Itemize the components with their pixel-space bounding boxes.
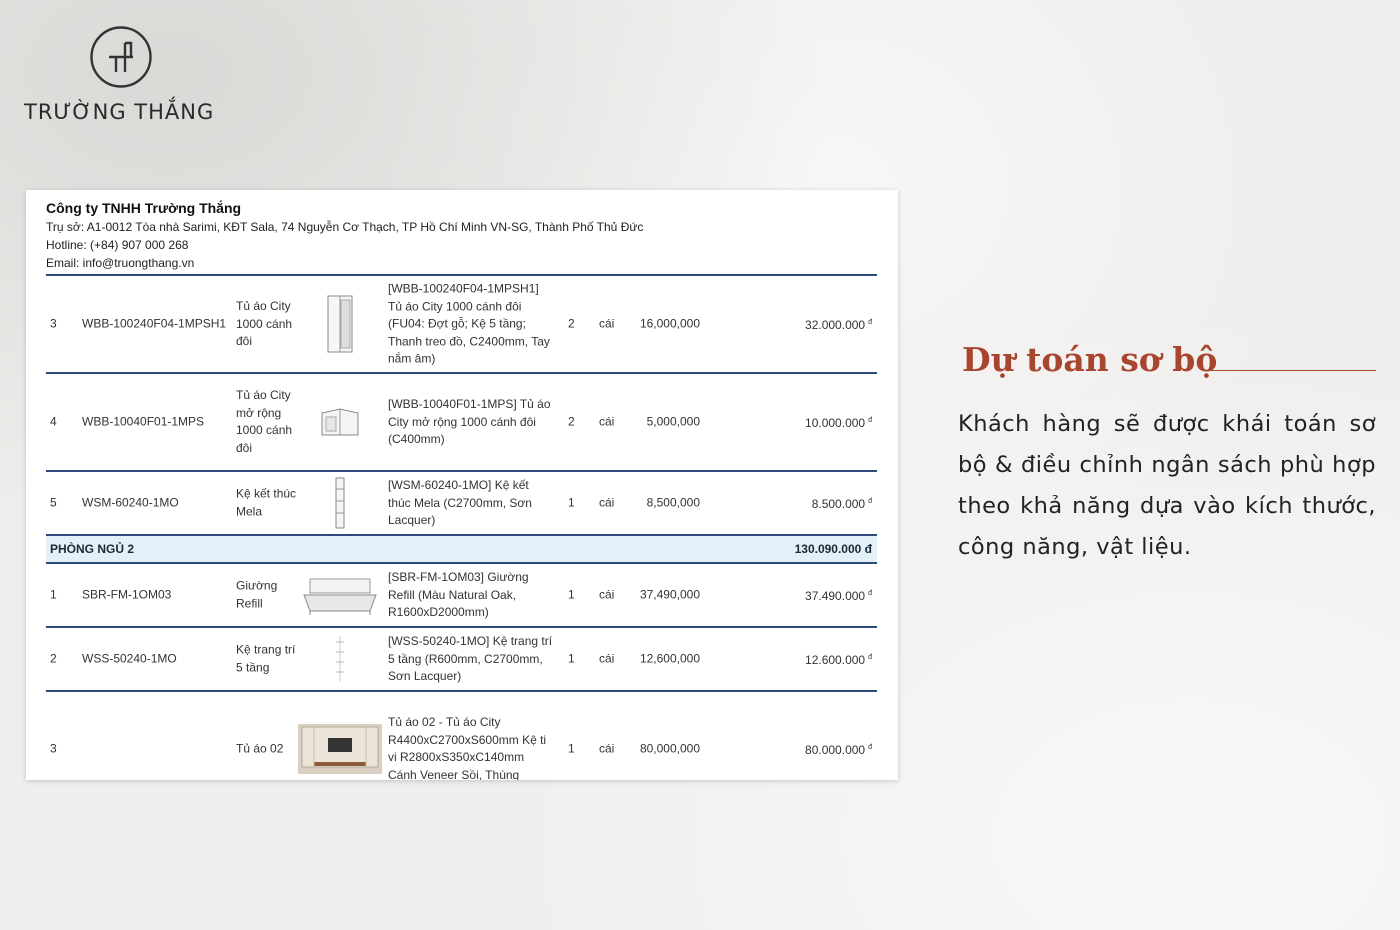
row-number: 5: [50, 495, 57, 510]
company-name: Công ty TNHH Trường Thắng: [46, 200, 242, 216]
company-email: Email: info@truongthang.vn: [46, 256, 195, 270]
row-number: 3: [50, 741, 57, 756]
product-code: WSM-60240-1MO: [82, 495, 179, 510]
row-number: 3: [50, 316, 57, 331]
product-code: WSS-50240-1MO: [82, 651, 177, 666]
wardrobe-render-icon: [298, 724, 382, 774]
quotation-table: 3 WBB-100240F04-1MPSH1 Tủ áo City 1000 c…: [46, 274, 877, 780]
unit: cái: [599, 414, 615, 429]
line-total: 37.490.000 đ: [805, 588, 872, 603]
unit-price: 16,000,000: [639, 316, 700, 331]
unit: cái: [599, 316, 615, 331]
product-code: WBB-100240F04-1MPSH1: [82, 316, 227, 331]
table-row: 3 WBB-100240F04-1MPSH1 Tủ áo City 1000 c…: [46, 276, 877, 374]
product-name: Giường Refill: [236, 578, 278, 611]
bed-icon: [298, 573, 382, 617]
estimate-description: Khách hàng sẽ được khái toán sơ bộ & điề…: [958, 411, 1376, 560]
line-total: 12.600.000 đ: [805, 652, 872, 667]
quantity: 1: [568, 741, 575, 756]
brand-name: TRƯỜNG THẮNG: [24, 100, 215, 124]
quantity: 1: [568, 651, 575, 666]
table-row: 3 Tủ áo 02 Tủ áo 02 - Tủ áo City R4400xC…: [46, 692, 877, 780]
unit-price: 80,000,000: [639, 741, 700, 756]
shelf-icon: [298, 634, 382, 684]
company-address: Trụ sở: A1-0012 Tòa nhà Sarimi, KĐT Sala…: [46, 220, 644, 234]
unit-price: 5,000,000: [646, 414, 700, 429]
product-name: Kệ kết thúc Mela: [236, 486, 297, 519]
quantity: 2: [568, 414, 575, 429]
table-row: 1 SBR-FM-1OM03 Giường Refill [SBR-FM-1OM…: [46, 564, 877, 628]
wardrobe-icon: [298, 294, 382, 354]
document-header: Công ty TNHH Trường Thắng Trụ sở: A1-001…: [46, 198, 886, 272]
product-description: [WBB-100240F04-1MPSH1] Tủ áo City 1000 c…: [388, 281, 550, 366]
quantity: 2: [568, 316, 575, 331]
section-title: PHÒNG NGỦ 2: [50, 542, 135, 556]
cabinet-icon: [298, 405, 382, 439]
unit: cái: [599, 741, 615, 756]
estimate-heading-wrap: Dự toán sơ bộ: [958, 340, 1376, 390]
quantity: 1: [568, 495, 575, 510]
table-row: 5 WSM-60240-1MO Kệ kết thúc Mela [WSM-60…: [46, 472, 877, 536]
unit: cái: [599, 651, 615, 666]
product-name: Tủ áo City 1000 cánh đôi: [236, 298, 293, 348]
row-number: 1: [50, 587, 57, 602]
product-description: [WSS-50240-1MO] Kệ trang trí 5 tầng (R60…: [388, 633, 553, 683]
line-total: 8.500.000 đ: [811, 496, 872, 511]
line-total: 80.000.000 đ: [805, 742, 872, 757]
section-row: PHÒNG NGỦ 2 130.090.000 đ: [46, 536, 877, 564]
table-row: 2 WSS-50240-1MO Kệ trang trí 5 tầng [WSS…: [46, 628, 877, 692]
product-code: SBR-FM-1OM03: [82, 587, 172, 602]
heading-divider: [1210, 370, 1376, 371]
product-name: Tủ áo 02: [236, 741, 284, 756]
unit-price: 8,500,000: [646, 495, 700, 510]
quotation-document: Công ty TNHH Trường Thắng Trụ sở: A1-001…: [26, 190, 898, 780]
section-total: 130.090.000 đ: [794, 542, 872, 556]
unit-price: 12,600,000: [639, 651, 700, 666]
company-hotline: Hotline: (+84) 907 000 268: [46, 238, 189, 252]
line-total: 10.000.000 đ: [805, 415, 872, 430]
product-code: WBB-10040F01-1MPS: [82, 414, 205, 429]
logo-mark-icon: [90, 26, 152, 88]
row-number: 4: [50, 414, 57, 429]
product-name: Tủ áo City mở rộng 1000 cánh đôi: [236, 388, 293, 455]
product-name: Kệ trang trí 5 tầng: [236, 642, 296, 675]
line-total: 32.000.000 đ: [805, 317, 872, 332]
product-description: [WSM-60240-1MO] Kệ kết thúc Mela (C2700m…: [388, 477, 532, 527]
table-row: 4 WBB-10040F01-1MPS Tủ áo City mở rộng 1…: [46, 374, 877, 472]
product-description: [WBB-10040F01-1MPS] Tủ áo City mở rộng 1…: [388, 396, 551, 446]
quantity: 1: [568, 587, 575, 602]
unit: cái: [599, 587, 615, 602]
product-description: [SBR-FM-1OM03] Giường Refill (Màu Natura…: [388, 569, 529, 619]
unit: cái: [599, 495, 615, 510]
row-number: 2: [50, 651, 57, 666]
unit-price: 37,490,000: [639, 587, 700, 602]
estimate-info: Dự toán sơ bộ Khách hàng sẽ được khái to…: [958, 340, 1376, 568]
estimate-heading: Dự toán sơ bộ: [962, 340, 1218, 379]
product-description: Tủ áo 02 - Tủ áo City R4400xC2700xS600mm…: [388, 715, 547, 780]
end-shelf-icon: [298, 477, 382, 529]
